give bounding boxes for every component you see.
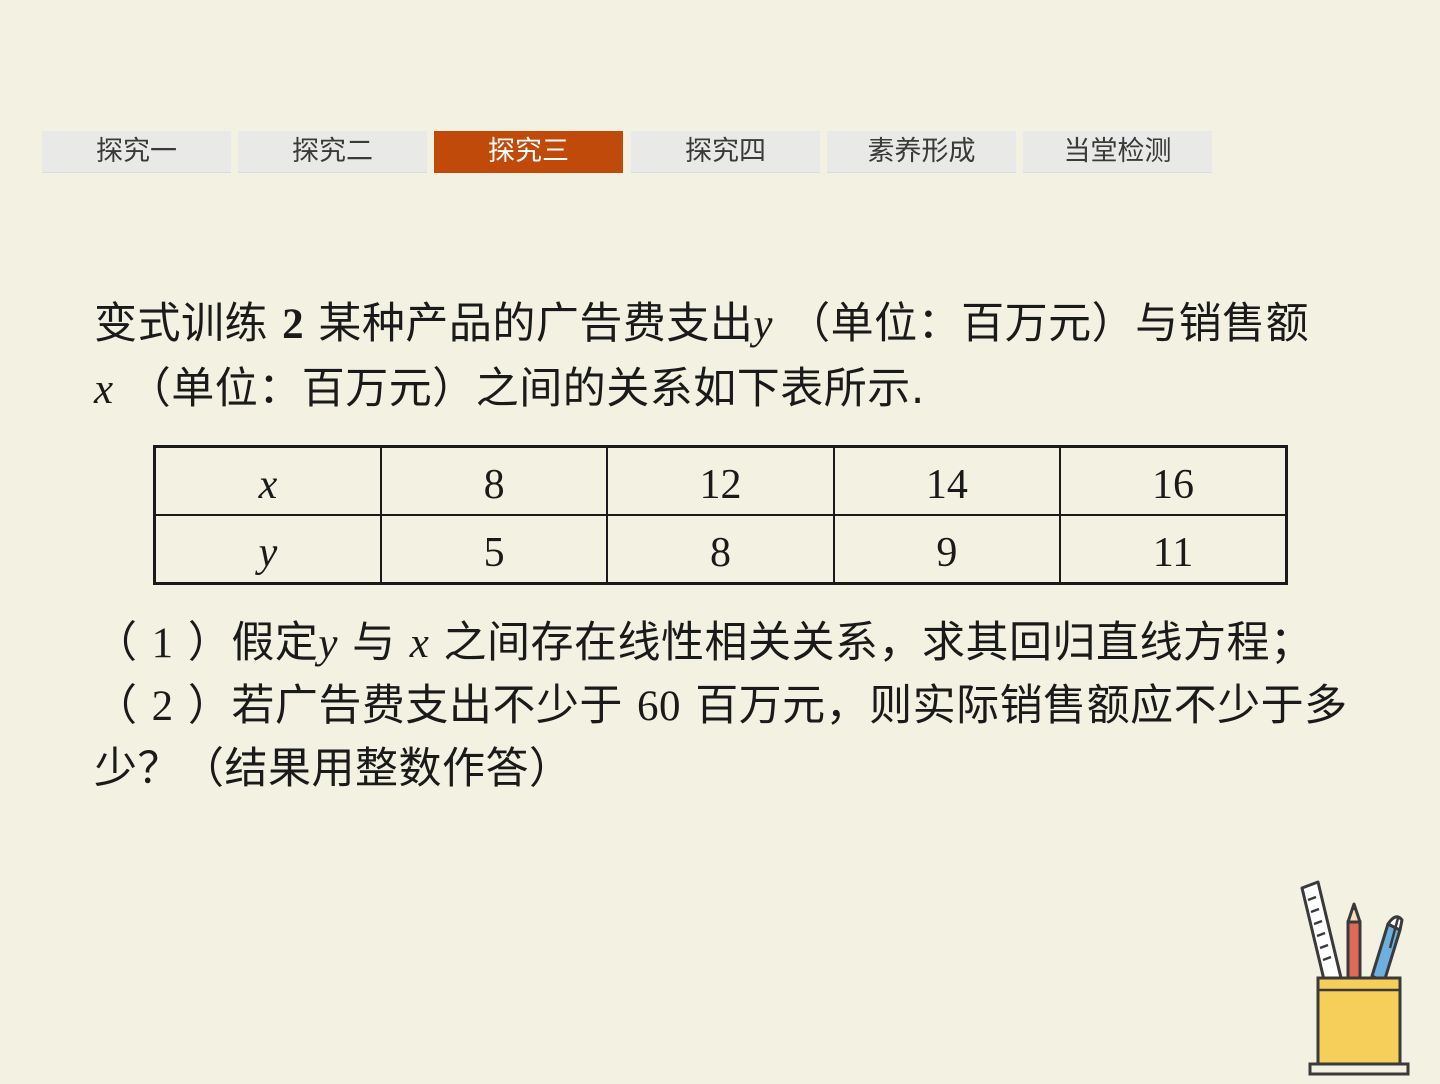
problem-line-1: 变式训练 2 某种产品的广告费支出y （单位：百万元）与销售额	[94, 292, 1394, 357]
table-row-x: x 8 12 14 16	[153, 445, 1288, 516]
table-cell: 8	[606, 514, 835, 585]
tab-literacy-formation[interactable]: 素养形成	[827, 131, 1016, 173]
table-head-x: x	[153, 445, 382, 516]
tab-class-test[interactable]: 当堂检测	[1023, 131, 1212, 173]
table-row-y: y 5 8 9 11	[153, 514, 1288, 585]
table-cell: 11	[1059, 514, 1288, 585]
question-1: （ 1 ）假定y 与 x 之间存在线性相关关系，求其回归直线方程；	[94, 612, 1394, 675]
question-2-text-b: 百万元，则实际销售额应不少于多	[695, 681, 1348, 731]
question-1-text-c: 之间存在线性相关关系，求其回归直线方程；	[443, 618, 1314, 668]
pencil-cup-icon	[1290, 878, 1430, 1080]
question-2-text-c: 少？（结果用整数作答）	[94, 744, 573, 794]
table-cell: 14	[832, 445, 1062, 516]
table-cell: 9	[832, 514, 1062, 585]
question-2-value: 60	[637, 683, 682, 730]
tab-explore-1[interactable]: 探究一	[42, 131, 231, 173]
problem-line-2: x （单位：百万元）之间的关系如下表所示.	[94, 357, 1394, 422]
question-2: （ 2 ）若广告费支出不少于 60 百万元，则实际销售额应不少于多	[94, 675, 1394, 738]
table-cell: 16	[1059, 445, 1288, 516]
problem-statement: 变式训练 2 某种产品的广告费支出y （单位：百万元）与销售额 x （单位：百万…	[94, 292, 1394, 422]
table-cell: 5	[379, 514, 609, 585]
question-1-text-b: 与	[352, 618, 396, 668]
problem-text-a: 某种产品的广告费支出	[318, 299, 754, 349]
problem-prefix: 变式训练	[94, 299, 268, 349]
table-cell: 8	[379, 445, 609, 516]
section-tabs: 探究一 探究二 探究三 探究四 素养形成 当堂检测	[42, 131, 1222, 173]
table-head-y: y	[153, 514, 382, 585]
variable-x: x	[94, 366, 114, 413]
data-table: x 8 12 14 16 y 5 8 9 11	[153, 445, 1288, 585]
variable-y: y	[318, 620, 338, 667]
problem-text-c: （单位：百万元）之间的关系如下表所示.	[127, 364, 925, 414]
variable-y: y	[753, 301, 773, 348]
problem-number: 2	[282, 301, 305, 348]
tab-explore-4[interactable]: 探究四	[631, 131, 820, 173]
pen-icon	[1370, 915, 1404, 984]
questions: （ 1 ）假定y 与 x 之间存在线性相关关系，求其回归直线方程； （ 2 ）若…	[94, 612, 1394, 801]
paren-open: （	[94, 681, 138, 731]
pencil-icon	[1346, 902, 1362, 986]
problem-text-b: （单位：百万元）与销售额	[787, 299, 1310, 349]
tab-explore-2[interactable]: 探究二	[238, 131, 427, 173]
ruler-icon	[1300, 880, 1344, 990]
question-2-number: 2	[151, 683, 174, 730]
question-2-text-a: ）若广告费支出不少于	[187, 681, 623, 731]
table-cell: 12	[606, 445, 835, 516]
question-2-cont: 少？（结果用整数作答）	[94, 738, 1394, 801]
paren-open: （	[94, 618, 138, 668]
question-1-text-a: ）假定	[187, 618, 319, 668]
question-1-number: 1	[151, 620, 174, 667]
variable-x: x	[409, 620, 430, 667]
tab-explore-3[interactable]: 探究三	[434, 131, 623, 173]
